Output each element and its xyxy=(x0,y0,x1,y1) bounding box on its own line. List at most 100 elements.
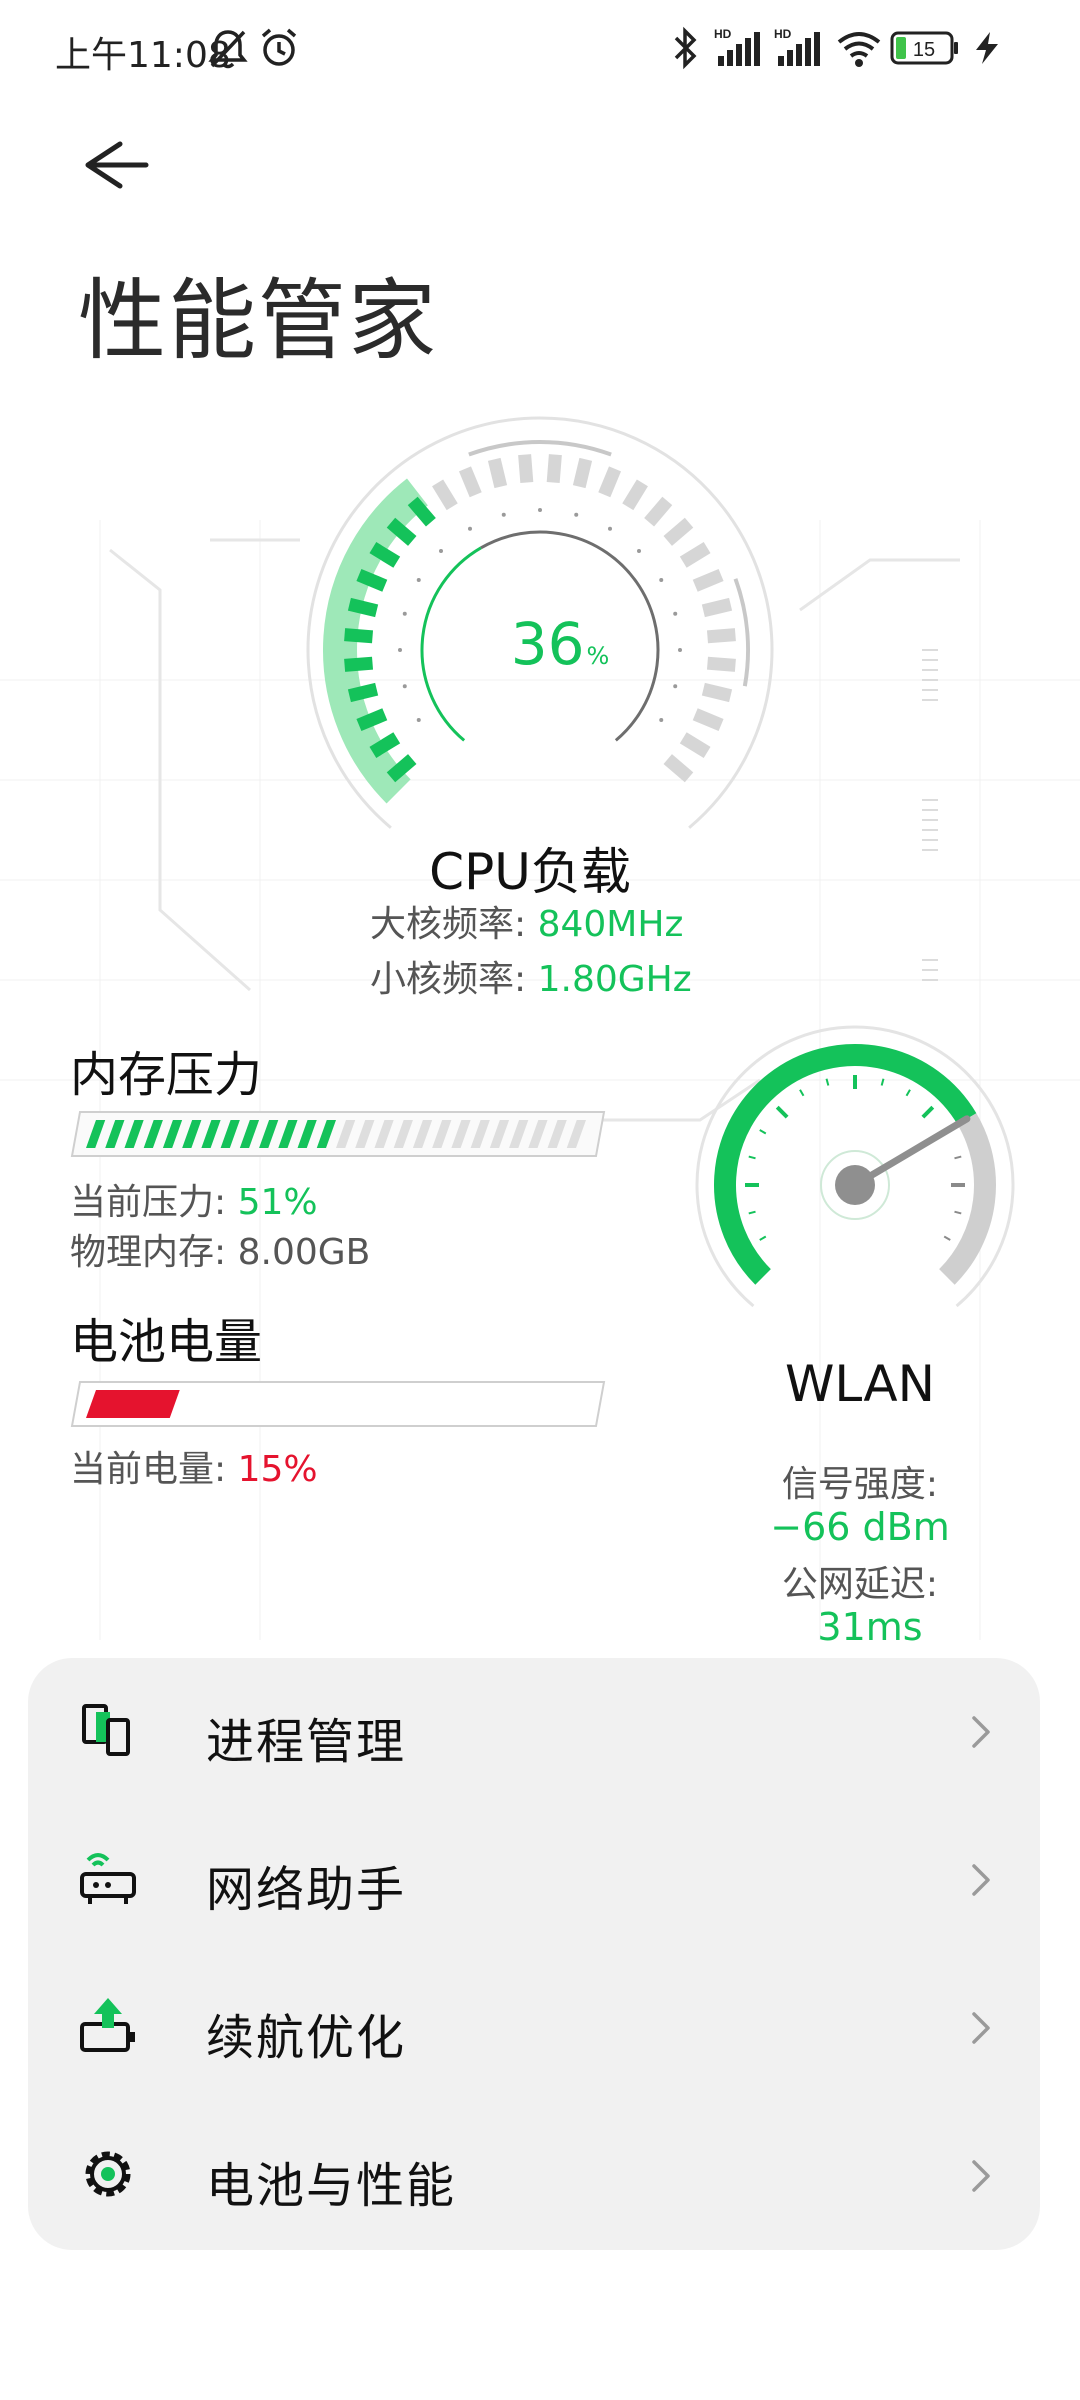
memory-physical-label: 物理内存: xyxy=(70,1232,227,1273)
cpu-gauge-tick xyxy=(598,466,622,498)
svg-text:HD: HD xyxy=(714,27,732,41)
cpu-gauge-dot xyxy=(659,718,664,722)
wlan-gauge-tick xyxy=(799,1089,805,1097)
memory-current-value: 51% xyxy=(237,1182,318,1223)
cpu-big-core-label: 大核频率: xyxy=(370,904,527,945)
back-button[interactable] xyxy=(70,120,160,210)
battery-title: 电池电量 xyxy=(70,1314,263,1370)
gear-icon xyxy=(85,2151,131,2197)
wlan-gauge-tick xyxy=(748,1155,756,1160)
cpu-gauge-tick xyxy=(407,496,436,527)
cpu-big-core: 大核频率: 840MHz xyxy=(370,895,683,947)
bluetooth-icon xyxy=(674,26,697,70)
cpu-gauge-tick xyxy=(644,496,673,527)
cpu-gauge-tick xyxy=(546,454,562,484)
cpu-gauge-dot xyxy=(402,684,407,689)
cpu-gauge-tick xyxy=(344,656,374,672)
cpu-gauge-tick xyxy=(432,479,458,511)
chevron-right-icon xyxy=(972,1864,990,1896)
wlan-gauge-tick xyxy=(954,1155,962,1160)
charging-icon xyxy=(976,32,998,64)
wlan-gauge-tick xyxy=(759,1235,767,1241)
chevron-right-icon xyxy=(972,2012,990,2044)
mute-bell-icon xyxy=(208,30,248,69)
wlan-signal-value: −66 dBm xyxy=(770,1505,950,1549)
menu-item-battery-optimize[interactable]: 续航优化 xyxy=(28,1954,1040,2102)
wlan-gauge-tick xyxy=(921,1105,935,1119)
cpu-gauge-dot xyxy=(608,526,612,531)
cpu-gauge-dot xyxy=(673,684,678,689)
cpu-gauge-dot xyxy=(402,611,407,616)
wlan-gauge-hub xyxy=(835,1165,875,1205)
wlan-gauge-tick xyxy=(775,1105,789,1119)
wlan-gauge-tick xyxy=(748,1210,756,1215)
wlan-gauge-tick xyxy=(825,1078,830,1086)
cpu-small-core-label: 小核频率: xyxy=(370,959,527,1000)
menu-item-network-assistant[interactable]: 网络助手 xyxy=(28,1806,1040,1954)
battery-level-bar xyxy=(70,1381,606,1427)
menu-item-battery-performance[interactable]: 电池与性能 xyxy=(28,2102,1040,2250)
battery-level-text: 15 xyxy=(913,39,935,61)
memory-physical-value: 8.00GB xyxy=(237,1232,371,1273)
cpu-gauge-dot xyxy=(538,508,542,512)
page-title: 性能管家 xyxy=(78,269,439,372)
cpu-gauge-tick xyxy=(663,517,694,546)
cpu-gauge-dot xyxy=(468,526,472,531)
cpu-gauge-inner-arc-active xyxy=(420,546,482,742)
menu-card: 进程管理 网络助手 续航优化 电池与性能 xyxy=(28,1658,1040,2250)
wlan-signal-label: 信号强度: xyxy=(781,1464,939,1505)
battery-icon: 15 xyxy=(890,31,958,65)
wlan-latency-value: 31ms xyxy=(817,1605,923,1649)
cpu-gauge-dot xyxy=(678,648,682,652)
chevron-right-icon xyxy=(972,2160,990,2192)
cpu-gauge-dot xyxy=(416,578,421,582)
menu-item-process-manage[interactable]: 进程管理 xyxy=(28,1658,1040,1806)
cpu-gauge-dot xyxy=(673,611,678,616)
cpu-gauge-tick xyxy=(347,682,379,703)
memory-physical: 物理内存: 8.00GB xyxy=(70,1223,370,1275)
cpu-gauge-dot xyxy=(574,512,579,517)
wifi-icon xyxy=(837,32,881,67)
memory-pressure-bar xyxy=(70,1111,606,1157)
signal-hd-2-icon: HD xyxy=(774,27,820,66)
wlan-gauge-tick xyxy=(880,1078,885,1086)
menu-item-label: 网络助手 xyxy=(206,1862,407,1918)
menu-item-label: 电池与性能 xyxy=(206,2158,457,2214)
wlan-title: WLAN xyxy=(784,1355,936,1413)
cpu-big-core-value: 840MHz xyxy=(537,904,684,945)
cpu-gauge-tick xyxy=(706,628,736,644)
network-assistant-icon xyxy=(80,1853,136,1904)
cpu-gauge-tick xyxy=(663,754,694,783)
wlan-gauge-tick xyxy=(943,1235,951,1241)
cpu-gauge-tick xyxy=(572,457,593,489)
status-bar: 上午11:08 HD HD 15 xyxy=(0,0,1080,100)
wlan-gauge-active-arc xyxy=(714,1044,977,1285)
signal-hd-1-icon: HD xyxy=(714,27,760,66)
wlan-gauge-tick xyxy=(759,1129,767,1135)
wlan-gauge-needle xyxy=(868,1115,971,1179)
cpu-gauge-dot xyxy=(636,549,641,554)
cpu-gauge-dot xyxy=(501,512,506,517)
cpu-load-value: 36% xyxy=(480,610,640,678)
wlan-gauge-tick xyxy=(954,1210,962,1215)
cpu-gauge-tick xyxy=(458,466,482,498)
chevron-right-icon xyxy=(972,1716,990,1748)
cpu-gauge-tick xyxy=(679,732,711,758)
cpu-gauge-dot xyxy=(439,549,444,554)
cpu-gauge-tick xyxy=(692,568,724,592)
cpu-gauge-tick xyxy=(679,542,711,568)
memory-title: 内存压力 xyxy=(70,1047,263,1103)
cpu-gauge-dot xyxy=(416,718,421,722)
cpu-small-core: 小核频率: 1.80GHz xyxy=(370,950,692,1002)
battery-current-value: 15% xyxy=(237,1449,318,1490)
cpu-gauge-tick xyxy=(487,457,508,489)
cpu-gauge-tick xyxy=(622,479,648,511)
cpu-gauge-tick xyxy=(706,656,736,672)
cpu-small-core-value: 1.80GHz xyxy=(537,959,692,1000)
cpu-title: CPU负载 xyxy=(429,843,631,901)
cpu-gauge-top-accent xyxy=(468,440,612,457)
battery-current: 当前电量: 15% xyxy=(70,1440,318,1492)
svg-text:HD: HD xyxy=(774,27,792,41)
battery-bar-fill xyxy=(86,1390,180,1418)
memory-current-label: 当前压力: xyxy=(70,1182,227,1223)
